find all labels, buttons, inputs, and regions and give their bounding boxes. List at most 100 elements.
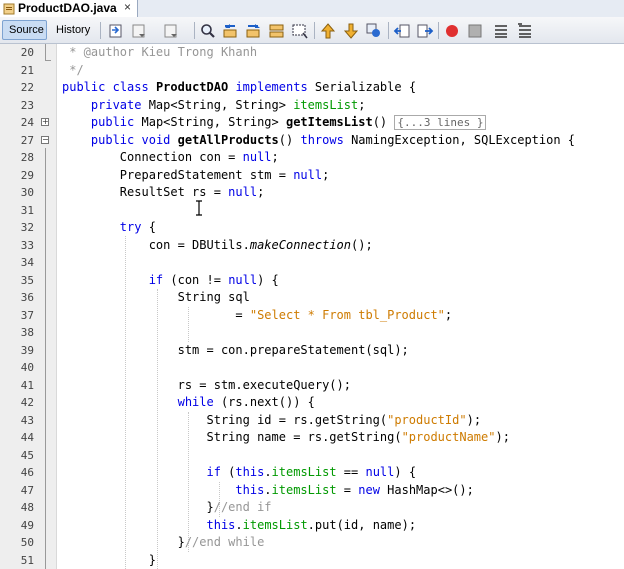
code-text: if (this.itemsList == null) { — [206, 465, 417, 479]
class-name: ProductDAO — [155, 80, 229, 94]
line-number: 51 — [20, 553, 34, 567]
code-line: 22 public class ProductDAO implements Se… — [0, 79, 624, 97]
code-line: 46 if (this.itemsList == null) { — [0, 464, 624, 482]
java-file-icon — [3, 2, 15, 15]
code-text: stm = con.prepareStatement(sql); — [62, 342, 409, 357]
code-line: 39 stm = con.prepareStatement(sql); — [0, 342, 624, 360]
keyword-class: class — [112, 80, 149, 94]
code-line: 42 while (rs.next()) { — [0, 394, 624, 412]
code-line: 32 try { — [0, 219, 624, 237]
shift-left-icon[interactable] — [393, 22, 411, 40]
keyword-public: public — [62, 80, 106, 94]
code-text: rs = stm.executeQuery(); — [62, 377, 351, 392]
code-text: while (rs.next()) { — [177, 395, 315, 409]
code-line: 38 — [0, 324, 624, 342]
code-text: try { — [119, 220, 156, 234]
line-number: 34 — [20, 256, 34, 269]
editor-toolbar: Source History — [0, 17, 624, 44]
uncomment-icon[interactable] — [516, 22, 534, 40]
line-number: 28 — [20, 151, 34, 164]
line-number: 27 — [20, 133, 34, 147]
code-line: 36 String sql — [0, 289, 624, 307]
previous-bookmark-icon[interactable] — [319, 22, 337, 40]
go-to-last-edit-icon[interactable] — [107, 22, 125, 40]
stop-macro-icon[interactable] — [466, 22, 484, 40]
line-number: 44 — [20, 431, 34, 444]
code-text: String name = rs.getString("productName"… — [62, 430, 510, 444]
code-text: this.itemsList.put(id, name); — [206, 517, 417, 532]
find-next-icon[interactable] — [245, 22, 263, 40]
code-text: */ — [62, 62, 84, 77]
line-number: 47 — [20, 483, 34, 497]
code-line: 33 con = DBUtils.makeConnection(); — [0, 237, 624, 255]
toggle-highlight-icon[interactable] — [268, 22, 286, 40]
code-text: this.itemsList = new HashMap<>(); — [235, 482, 474, 497]
line-number: 48 — [20, 501, 34, 514]
forward-icon[interactable] — [162, 22, 180, 40]
history-tab-button[interactable]: History — [50, 20, 96, 40]
line-number: 49 — [20, 518, 34, 532]
toolbar-separator — [438, 22, 439, 39]
comment-icon[interactable] — [492, 22, 510, 40]
code-line: 29 PreparedStatement stm = null; — [0, 167, 624, 185]
code-text: public Map<String, String> getItemsList(… — [62, 114, 487, 132]
code-line: 50 }//end while — [0, 534, 624, 552]
code-line: 23 private Map<String, String> itemsList… — [0, 97, 624, 115]
code-line: 43 String id = rs.getString("productId")… — [0, 412, 624, 430]
mouse-cursor-icon — [196, 200, 202, 216]
code-text: String id = rs.getString("productId"); — [62, 412, 482, 427]
editor-tab-bar: ProductDAO.java × — [0, 0, 624, 18]
code-line: 37 = "Select * From tbl_Product"; — [0, 307, 624, 325]
collapse-fold-icon[interactable]: − — [41, 135, 49, 144]
code-text: PreparedStatement stm = null; — [62, 167, 330, 182]
line-number: 35 — [20, 273, 34, 287]
code-line: 49 this.itemsList.put(id, name); — [0, 517, 624, 535]
line-number: 45 — [20, 448, 34, 462]
editor-tab[interactable]: ProductDAO.java × — [0, 0, 138, 17]
toolbar-separator — [388, 22, 389, 39]
start-macro-icon[interactable] — [443, 22, 461, 40]
line-number: 41 — [20, 378, 34, 392]
editor-tab-title: ProductDAO.java — [18, 1, 117, 15]
line-number: 46 — [20, 466, 34, 479]
source-tab-button[interactable]: Source — [2, 20, 47, 40]
code-line: 31 — [0, 202, 624, 220]
code-editor[interactable]: 20 * @author Kieu Trong Khanh 21 */ 22 p… — [0, 44, 624, 569]
code-text: public void getAllProducts() throws Nami… — [90, 132, 576, 147]
line-number: 38 — [20, 326, 34, 339]
code-line: 24 + public Map<String, String> getItems… — [0, 114, 624, 132]
line-number: 20 — [20, 46, 34, 59]
code-line: 21 */ — [0, 62, 624, 80]
keyword-implements: implements — [235, 80, 308, 94]
code-line: 27 − public void getAllProducts() throws… — [0, 132, 624, 150]
line-number: 50 — [20, 536, 34, 549]
code-line: 35 if (con != null) { — [0, 272, 624, 290]
toggle-bookmark-icon[interactable] — [365, 22, 383, 40]
expand-fold-icon[interactable]: + — [41, 118, 49, 126]
code-line: 34 — [0, 254, 624, 272]
close-tab-icon[interactable]: × — [124, 0, 131, 14]
code-text: }//end while — [62, 535, 265, 549]
code-line: 48 }//end if — [0, 499, 624, 517]
find-icon[interactable] — [199, 22, 217, 40]
line-number: 33 — [20, 238, 34, 252]
line-number: 31 — [20, 203, 34, 217]
code-text: * @author Kieu Trong Khanh — [62, 45, 258, 59]
code-line: 30 ResultSet rs = null; — [0, 184, 624, 202]
toolbar-separator — [314, 22, 315, 39]
code-line: 47 this.itemsList = new HashMap<>(); — [0, 482, 624, 500]
code-text: } — [62, 552, 156, 567]
collapsed-fold-marker[interactable]: {...3 lines } — [394, 115, 487, 130]
toggle-rectangular-selection-icon[interactable] — [291, 22, 309, 40]
code-text: con = DBUtils.makeConnection(); — [62, 237, 373, 252]
line-number: 36 — [20, 291, 34, 304]
find-previous-icon[interactable] — [222, 22, 240, 40]
line-number: 29 — [20, 168, 34, 182]
shift-right-icon[interactable] — [416, 22, 434, 40]
line-number: 40 — [20, 361, 34, 374]
back-icon[interactable] — [130, 22, 148, 40]
line-number: 22 — [20, 81, 34, 94]
next-bookmark-icon[interactable] — [342, 22, 360, 40]
code-line: 51 } — [0, 552, 624, 569]
line-number: 42 — [20, 396, 34, 409]
